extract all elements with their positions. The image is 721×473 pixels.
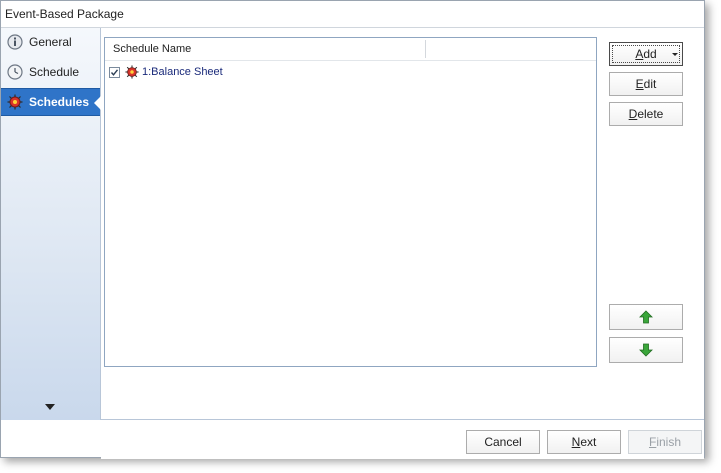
delete-button[interactable]: Delete	[609, 102, 683, 126]
cancel-label: Cancel	[484, 435, 522, 449]
add-button[interactable]: Add	[609, 42, 683, 66]
sidebar-item-label: Schedules	[29, 95, 90, 109]
sidebar-item-schedule[interactable]: Schedule	[1, 58, 100, 86]
add-label-rest: dd	[643, 47, 657, 61]
event-based-package-dialog: Event-Based Package General Schedule Sch…	[0, 0, 705, 459]
list-header: Schedule Name	[105, 38, 596, 61]
column-header-schedule-name[interactable]: Schedule Name	[113, 43, 191, 55]
column-divider[interactable]	[425, 40, 426, 58]
sidebar: General Schedule Schedules	[1, 28, 101, 420]
finish-label-rest: inish	[656, 435, 682, 449]
finish-label: Finish	[649, 435, 681, 449]
sidebar-item-label: General	[29, 35, 72, 49]
checkmark-icon	[110, 68, 119, 76]
edit-label-rest: dit	[643, 77, 657, 91]
delete-label: Delete	[629, 107, 664, 121]
schedules-list: Schedule Name 1:Balance Sheet	[104, 37, 597, 367]
add-label: Add	[635, 47, 656, 61]
move-up-button[interactable]	[609, 304, 683, 330]
arrow-up-icon	[639, 310, 653, 324]
next-label-rest: ext	[580, 435, 597, 449]
sidebar-expand-chevron-down-icon[interactable]	[45, 404, 55, 410]
title-bar: Event-Based Package	[1, 1, 704, 28]
delete-mnemonic: D	[628, 107, 638, 121]
sidebar-item-schedules[interactable]: Schedules	[1, 88, 101, 116]
edit-label: Edit	[636, 77, 657, 91]
edit-mnemonic: E	[635, 77, 644, 91]
sidebar-item-general[interactable]: General	[1, 28, 100, 56]
sidebar-item-label: Schedule	[29, 65, 80, 79]
dropdown-arrow-icon	[672, 53, 678, 56]
row-label: 1:Balance Sheet	[142, 66, 223, 78]
finish-button[interactable]: Finish	[628, 430, 702, 454]
clock-icon	[7, 64, 23, 80]
info-icon	[7, 34, 23, 50]
delete-label-rest: elete	[637, 107, 664, 121]
event-schedule-icon	[125, 65, 139, 79]
list-item[interactable]: 1:Balance Sheet	[109, 63, 223, 81]
arrow-down-icon	[639, 343, 653, 357]
next-label: Next	[572, 435, 597, 449]
move-down-button[interactable]	[609, 337, 683, 363]
cancel-button[interactable]: Cancel	[466, 430, 540, 454]
next-button[interactable]: Next	[547, 430, 621, 454]
edit-button[interactable]: Edit	[609, 72, 683, 96]
schedules-icon	[7, 94, 23, 110]
window-title: Event-Based Package	[5, 7, 124, 21]
row-checkbox[interactable]	[109, 66, 120, 78]
